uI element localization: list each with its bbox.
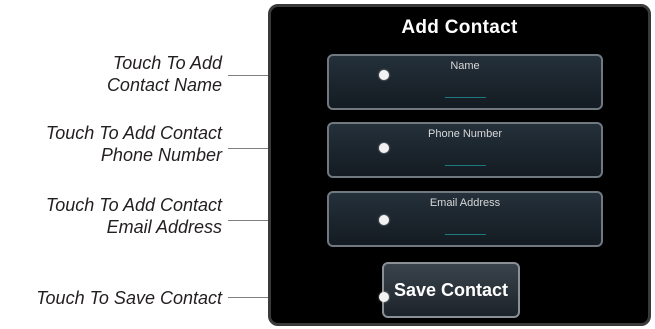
callout-save: Touch To Save Contact xyxy=(36,287,222,309)
touch-point-email-icon xyxy=(379,215,389,225)
callout-save-line1: Touch To Save Contact xyxy=(36,288,222,308)
name-field-value: _____ xyxy=(444,80,486,98)
touch-point-save-icon xyxy=(379,292,389,302)
callout-name: Touch To Add Contact Name xyxy=(107,52,222,96)
phone-number-field-label: Phone Number xyxy=(428,128,502,140)
callout-email-line1: Touch To Add Contact xyxy=(45,195,222,215)
callout-name-line1: Touch To Add xyxy=(112,53,222,73)
callout-email-line2: Email Address xyxy=(106,217,222,237)
save-contact-button[interactable]: Save Contact xyxy=(382,262,520,318)
email-address-field-value: _____ xyxy=(444,217,486,235)
name-field-label: Name xyxy=(450,60,480,72)
name-field[interactable]: Name _____ xyxy=(327,54,603,110)
callout-phone: Touch To Add Contact Phone Number xyxy=(46,122,222,166)
add-contact-panel: Add Contact Name _____ Phone Number ____… xyxy=(268,4,651,326)
callout-email: Touch To Add Contact Email Address xyxy=(46,194,222,238)
touch-point-phone-icon xyxy=(379,143,389,153)
touch-point-name-icon xyxy=(379,70,389,80)
callout-name-line2: Contact Name xyxy=(106,75,222,95)
email-address-field-label: Email Address xyxy=(429,197,501,209)
callout-phone-line1: Touch To Add Contact xyxy=(45,123,222,143)
callout-phone-line2: Phone Number xyxy=(100,145,222,165)
panel-title: Add Contact xyxy=(401,17,518,38)
phone-number-field[interactable]: Phone Number _____ xyxy=(327,122,603,178)
phone-number-field-value: _____ xyxy=(444,148,486,166)
email-address-field[interactable]: Email Address _____ xyxy=(327,191,603,247)
